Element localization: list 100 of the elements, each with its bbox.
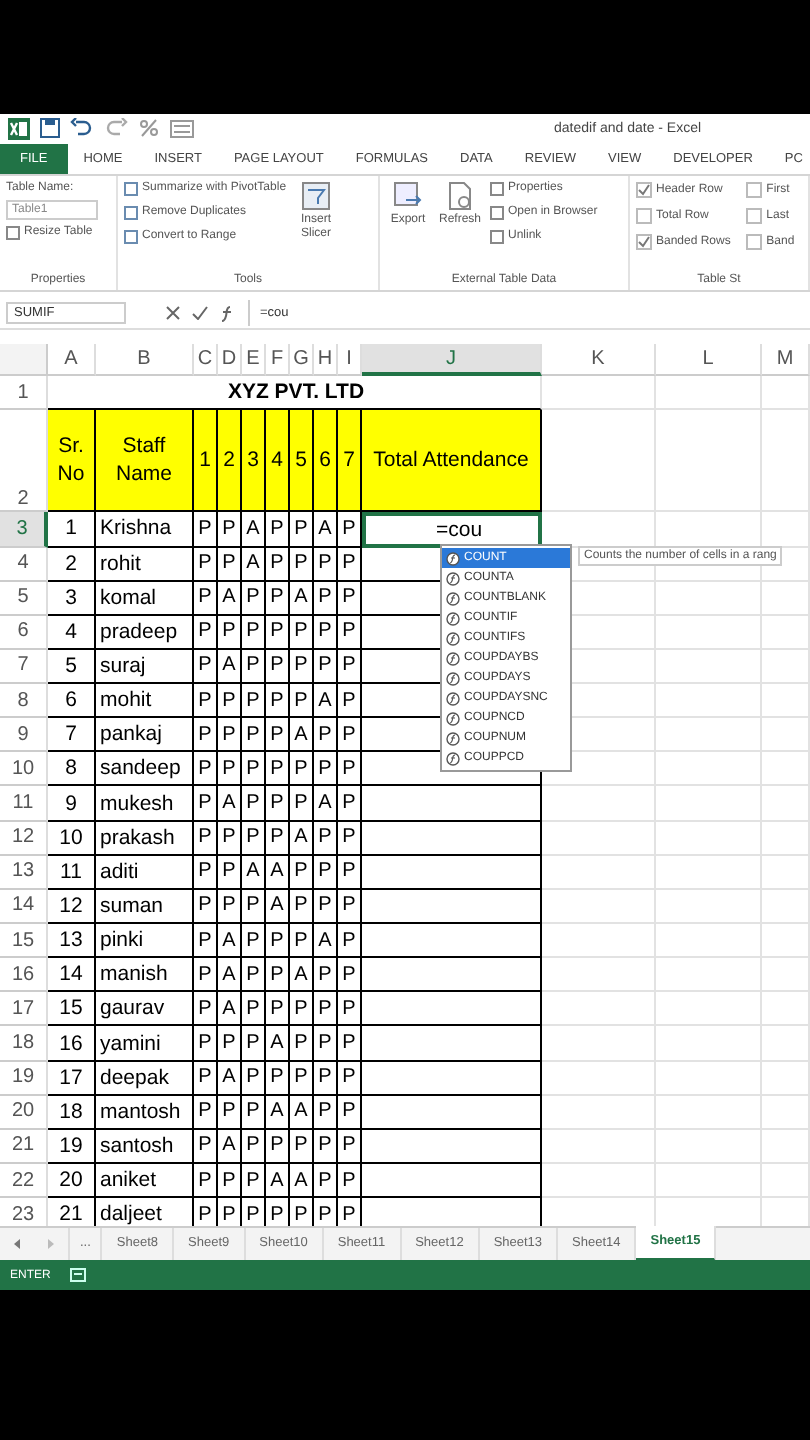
table-cell: P	[290, 924, 314, 959]
row-header[interactable]: 17	[0, 992, 48, 1027]
table-cell: P	[194, 581, 218, 616]
function-icon	[446, 731, 460, 746]
checkbox[interactable]	[746, 233, 763, 250]
column-header[interactable]: J	[362, 344, 542, 377]
percent-icon[interactable]	[138, 118, 160, 139]
row-header[interactable]: 13	[0, 855, 48, 890]
column-header[interactable]: L	[656, 344, 762, 377]
row-header[interactable]: 21	[0, 1129, 48, 1165]
empty-cell	[656, 581, 762, 616]
column-header[interactable]: C	[194, 344, 218, 377]
column-header[interactable]: D	[218, 344, 242, 377]
row-header[interactable]: 19	[0, 1061, 48, 1096]
row-header[interactable]: 14	[0, 889, 48, 925]
table-cell: A	[314, 924, 338, 959]
table-cell: P	[242, 649, 266, 685]
table-cell: gaurav	[96, 992, 194, 1027]
column-header[interactable]: I	[338, 344, 362, 377]
empty-cell	[762, 821, 810, 856]
empty-cell	[656, 376, 762, 411]
row-header[interactable]: 12	[0, 821, 48, 856]
empty-cell	[656, 855, 762, 890]
table-cell: 1	[48, 512, 96, 547]
table-cell: P	[314, 992, 338, 1027]
table-cell: P	[194, 855, 218, 890]
row-header[interactable]: 4	[0, 547, 48, 582]
empty-cell	[762, 649, 810, 685]
row-header[interactable]: 6	[0, 615, 48, 650]
table-cell: P	[338, 752, 362, 787]
table-cell: P	[338, 1095, 362, 1130]
check-icon[interactable]	[192, 306, 208, 321]
column-heading: 6	[314, 410, 338, 513]
column-header[interactable]: H	[314, 344, 338, 377]
function-icon[interactable]	[220, 305, 236, 322]
empty-cell	[762, 786, 810, 822]
checkbox[interactable]	[746, 207, 763, 224]
undo-icon[interactable]	[70, 118, 94, 139]
empty-cell	[762, 752, 810, 787]
row-header[interactable]: 22	[0, 1164, 48, 1199]
row-header[interactable]: 7	[0, 649, 48, 685]
table-cell: P	[218, 512, 242, 547]
redo-icon[interactable]	[104, 118, 128, 139]
row-header[interactable]: 9	[0, 718, 48, 753]
table-cell: P	[338, 924, 362, 959]
table-cell: P	[218, 547, 242, 582]
row-header[interactable]: 20	[0, 1095, 48, 1130]
column-heading: Staff Name	[96, 410, 194, 513]
row-header[interactable]: 11	[0, 786, 48, 822]
table-cell: yamini	[96, 1026, 194, 1062]
editing-cell[interactable]: =cou	[362, 512, 542, 547]
row-header[interactable]: 8	[0, 684, 48, 719]
column-header[interactable]: E	[242, 344, 266, 377]
row-header[interactable]: 5	[0, 581, 48, 616]
macro-record-icon[interactable]	[70, 1268, 87, 1283]
excel-logo-icon[interactable]	[8, 117, 30, 140]
table-cell: P	[314, 1061, 338, 1096]
scroll-left-icon[interactable]	[12, 1238, 22, 1251]
row-header[interactable]: 1	[0, 376, 48, 411]
column-heading: 3	[242, 410, 266, 513]
column-header[interactable]: M	[762, 344, 810, 377]
column-header[interactable]: B	[96, 344, 194, 377]
row-header[interactable]: 10	[0, 752, 48, 787]
cancel-icon[interactable]	[166, 306, 180, 321]
column-heading: 1	[194, 410, 218, 513]
row-header[interactable]: 15	[0, 924, 48, 959]
function-icon	[446, 691, 460, 706]
row-header[interactable]: 16	[0, 958, 48, 993]
save-icon[interactable]	[40, 118, 60, 139]
form-icon[interactable]	[170, 119, 194, 138]
checkbox[interactable]	[636, 207, 652, 224]
column-header[interactable]: A	[48, 344, 96, 377]
table-cell: A	[242, 512, 266, 547]
checkbox[interactable]	[636, 233, 652, 250]
row-header[interactable]: 2	[0, 410, 48, 513]
function-icon	[446, 671, 460, 686]
table-cell: P	[266, 752, 290, 787]
table-cell: P	[266, 684, 290, 719]
empty-cell	[542, 958, 656, 993]
empty-cell	[656, 1026, 762, 1062]
table-cell: 19	[48, 1129, 96, 1165]
column-header[interactable]: G	[290, 344, 314, 377]
table-cell: P	[194, 684, 218, 719]
table-cell: 18	[48, 1095, 96, 1130]
table-cell: P	[314, 547, 338, 582]
table-cell: P	[290, 615, 314, 650]
column-header[interactable]: K	[542, 344, 656, 377]
column-header[interactable]: F	[266, 344, 290, 377]
table-cell: P	[338, 547, 362, 582]
empty-cell	[762, 718, 810, 753]
checkbox[interactable]	[746, 181, 763, 198]
table-cell: P	[290, 752, 314, 787]
table-cell: A	[290, 958, 314, 993]
empty-cell	[656, 1095, 762, 1130]
table-cell: A	[218, 581, 242, 616]
empty-cell	[656, 821, 762, 856]
checkbox[interactable]	[636, 181, 652, 198]
row-header[interactable]: 18	[0, 1026, 48, 1062]
table-cell: komal	[96, 581, 194, 616]
row-header[interactable]: 3	[0, 512, 48, 547]
